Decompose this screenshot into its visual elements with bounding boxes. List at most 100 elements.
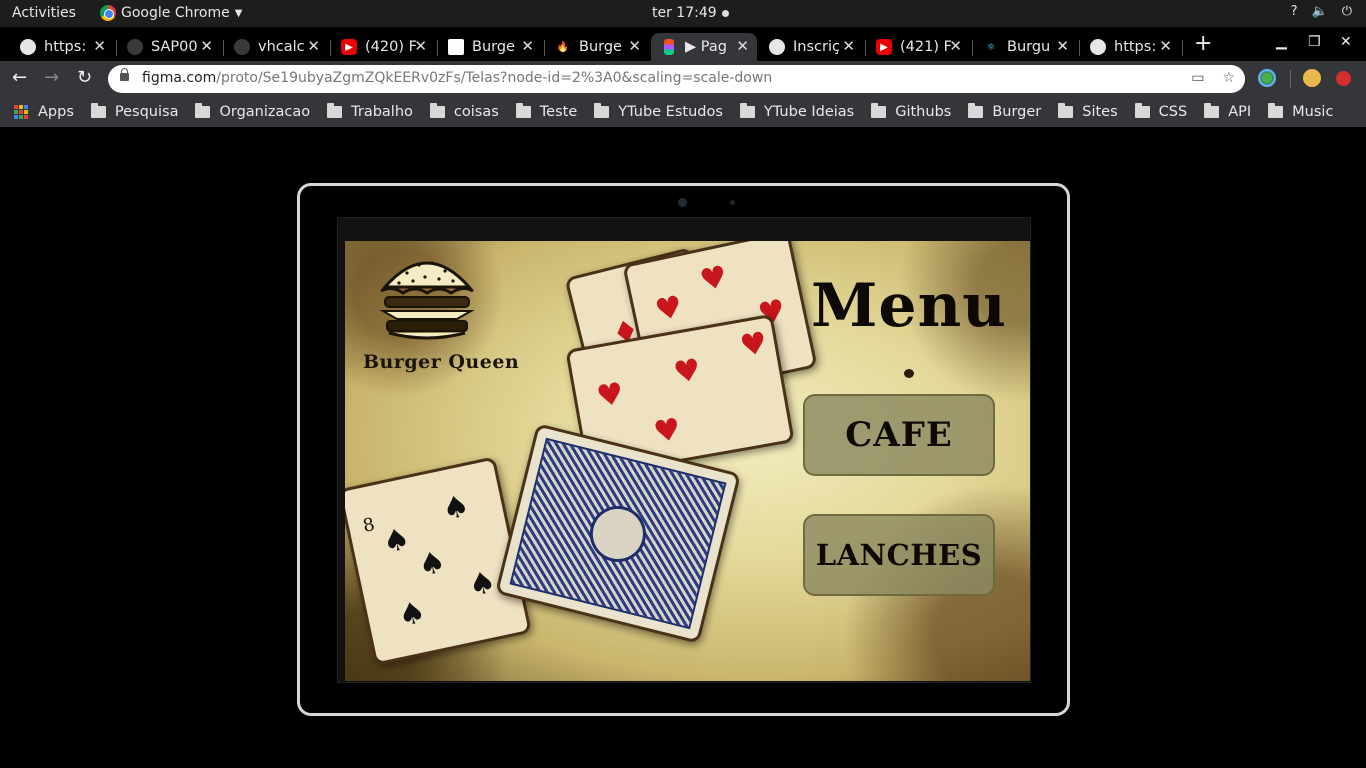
close-icon[interactable]: ✕ bbox=[1155, 37, 1172, 55]
folder-icon bbox=[1268, 103, 1284, 118]
folder-icon bbox=[515, 103, 531, 118]
bookmark-star-icon[interactable]: ☆ bbox=[1222, 70, 1235, 86]
tab[interactable]: Inscriç ✕ bbox=[759, 33, 863, 61]
activities-button[interactable]: Activities bbox=[12, 5, 76, 21]
folder-icon bbox=[195, 103, 211, 118]
lock-icon[interactable] bbox=[120, 68, 129, 81]
bookmark-label: CSS bbox=[1158, 104, 1188, 120]
app-menu-label: Google Chrome bbox=[121, 5, 230, 21]
prototype-viewport: ♦ ♥ ♥ ♥ ♥ ♥ ♥ ♥ ♥ 8 ♠ ♠ ♠ bbox=[0, 127, 1366, 768]
bookmark-folder[interactable]: Organizacao bbox=[195, 103, 311, 120]
bookmark-folder[interactable]: Pesquisa bbox=[90, 103, 179, 120]
update-icon[interactable] bbox=[1336, 71, 1351, 86]
volume-icon[interactable]: 🔈 bbox=[1312, 4, 1328, 19]
globe-icon bbox=[1090, 39, 1106, 55]
apps-grid-icon bbox=[14, 105, 28, 119]
system-tray[interactable]: ? 🔈 ⏻ bbox=[1291, 4, 1352, 19]
app-menu[interactable]: Google Chrome ▼ bbox=[100, 5, 242, 21]
bookmark-label: YTube Estudos bbox=[618, 104, 723, 120]
tab[interactable]: ⚛ Burgu ✕ bbox=[973, 33, 1077, 61]
address-bar[interactable]: figma.com/proto/Se19ubyaZgmZQkEERv0zFs/T… bbox=[108, 65, 1245, 93]
close-icon[interactable]: ✕ bbox=[624, 37, 641, 55]
close-icon[interactable]: ✕ bbox=[945, 37, 962, 55]
tab[interactable]: vhcalc ✕ bbox=[224, 33, 328, 61]
tab-active[interactable]: ▶ Pag ✕ bbox=[651, 33, 757, 61]
url-text[interactable]: figma.com/proto/Se19ubyaZgmZQkEERv0zFs/T… bbox=[142, 70, 772, 86]
close-window-icon[interactable]: ✕ bbox=[1340, 34, 1352, 50]
folder-icon bbox=[1058, 103, 1074, 118]
globe-extension-icon[interactable] bbox=[1258, 69, 1276, 87]
decorative-speck bbox=[904, 369, 914, 378]
reload-icon[interactable]: ↻ bbox=[77, 67, 92, 88]
tab[interactable]: 🔥 Burge ✕ bbox=[545, 33, 649, 61]
help-icon[interactable]: ? bbox=[1291, 4, 1298, 19]
clock-label: ter 17:49 bbox=[652, 5, 717, 21]
restore-icon[interactable]: ❐ bbox=[1308, 34, 1321, 50]
globe-icon bbox=[769, 39, 785, 55]
folder-icon bbox=[1134, 103, 1150, 118]
bookmark-folder[interactable]: Teste bbox=[515, 103, 578, 120]
bookmark-folder[interactable]: Githubs bbox=[871, 103, 951, 120]
bookmark-label: Pesquisa bbox=[114, 104, 179, 120]
forward-icon[interactable]: → bbox=[44, 67, 59, 88]
github-icon bbox=[234, 39, 250, 55]
chrome-icon bbox=[100, 5, 116, 21]
sensor-icon bbox=[730, 200, 735, 205]
tab[interactable]: https: ✕ bbox=[10, 33, 114, 61]
trello-icon bbox=[448, 39, 464, 55]
clock[interactable]: ter 17:49 bbox=[652, 5, 729, 21]
tab[interactable]: Burge ✕ bbox=[438, 33, 542, 61]
bookmark-folder[interactable]: CSS bbox=[1134, 103, 1188, 120]
bookmark-apps[interactable]: Apps bbox=[14, 104, 74, 120]
cafe-button[interactable]: CAFE bbox=[803, 394, 995, 476]
close-icon[interactable]: ✕ bbox=[89, 37, 106, 55]
react-icon: ⚛ bbox=[986, 41, 996, 53]
firebase-icon: 🔥 bbox=[556, 41, 570, 53]
folder-icon bbox=[90, 103, 106, 118]
folder-icon bbox=[327, 103, 343, 118]
lanches-button[interactable]: LANCHES bbox=[803, 514, 995, 596]
system-top-bar: Activities Google Chrome ▼ ter 17:49 ? 🔈… bbox=[0, 0, 1366, 27]
notification-dot-icon bbox=[721, 9, 729, 17]
tab[interactable]: https: ✕ bbox=[1080, 33, 1180, 61]
tab[interactable]: ▶ (421) F ✕ bbox=[866, 33, 970, 61]
bookmark-folder[interactable]: YTube Ideias bbox=[739, 103, 854, 120]
folder-icon bbox=[1204, 103, 1220, 118]
bookmark-folder[interactable]: API bbox=[1204, 103, 1251, 120]
bookmark-folder[interactable]: Trabalho bbox=[327, 103, 413, 120]
close-icon[interactable]: ✕ bbox=[517, 37, 534, 55]
back-icon[interactable]: ← bbox=[12, 67, 27, 88]
close-icon[interactable]: ✕ bbox=[410, 37, 427, 55]
folder-icon bbox=[594, 103, 610, 118]
close-icon[interactable]: ✕ bbox=[838, 37, 855, 55]
bookmark-folder[interactable]: Sites bbox=[1058, 103, 1118, 120]
bookmark-label: Organizacao bbox=[219, 104, 311, 120]
profile-avatar-icon[interactable] bbox=[1303, 69, 1321, 87]
bookmark-label: Teste bbox=[539, 104, 578, 120]
bookmark-folder[interactable]: Burger bbox=[968, 103, 1041, 120]
folder-icon bbox=[429, 103, 445, 118]
cast-icon[interactable]: ▭ bbox=[1191, 70, 1204, 86]
bookmark-label: Trabalho bbox=[351, 104, 413, 120]
close-icon[interactable]: ✕ bbox=[1052, 37, 1069, 55]
page-title: Menu bbox=[811, 271, 1007, 341]
folder-icon bbox=[871, 103, 887, 118]
github-icon bbox=[127, 39, 143, 55]
burger-icon bbox=[379, 261, 475, 340]
close-icon[interactable]: ✕ bbox=[732, 37, 749, 55]
folder-icon bbox=[739, 103, 755, 118]
bookmark-folder[interactable]: coisas bbox=[429, 103, 499, 120]
bookmark-label: coisas bbox=[453, 104, 499, 120]
tab[interactable]: ▶ (420) F ✕ bbox=[331, 33, 435, 61]
bookmark-label: Sites bbox=[1082, 104, 1118, 120]
browser-toolbar: ← → ↻ figma.com/proto/Se19ubyaZgmZQkEERv… bbox=[0, 61, 1366, 97]
close-icon[interactable]: ✕ bbox=[196, 37, 213, 55]
close-icon[interactable]: ✕ bbox=[303, 37, 320, 55]
minimize-icon[interactable]: ▁ bbox=[1276, 34, 1287, 50]
power-icon[interactable]: ⏻ bbox=[1342, 4, 1352, 19]
tablet-frame: ♦ ♥ ♥ ♥ ♥ ♥ ♥ ♥ ♥ 8 ♠ ♠ ♠ bbox=[297, 183, 1070, 716]
tab[interactable]: SAP00 ✕ bbox=[117, 33, 221, 61]
new-tab-icon[interactable]: + bbox=[1194, 31, 1212, 56]
bookmark-folder[interactable]: Music bbox=[1268, 103, 1333, 120]
bookmark-folder[interactable]: YTube Estudos bbox=[594, 103, 723, 120]
